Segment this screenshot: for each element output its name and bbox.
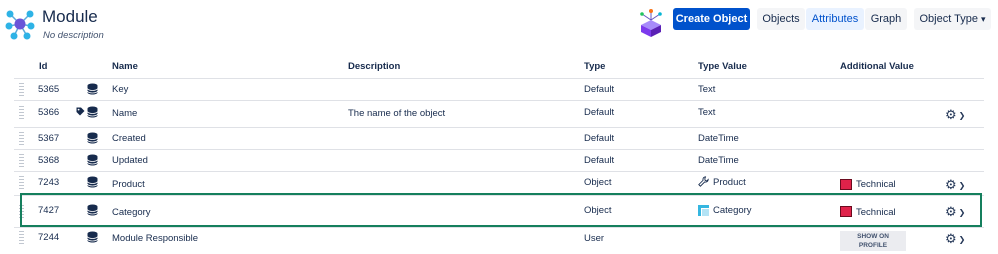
- row-description: The name of the object: [348, 108, 446, 119]
- database-icon: [87, 231, 98, 243]
- row-id: 5365: [38, 84, 60, 95]
- gear-icon: ⚙: [945, 177, 957, 192]
- table-row[interactable]: 5365 Key Default Text: [14, 78, 984, 100]
- show-on-profile-toggle[interactable]: SHOW ON PROFILE: [840, 231, 906, 251]
- table-row[interactable]: 7243 Product Object Product Technical ⚙ ❯: [14, 171, 984, 195]
- row-type: Default: [584, 133, 615, 144]
- tag-icon: [76, 107, 85, 116]
- drag-handle[interactable]: [19, 106, 24, 120]
- row-type: User: [584, 233, 605, 244]
- row-actions-menu[interactable]: ⚙ ❯: [945, 107, 965, 123]
- drag-handle[interactable]: [19, 231, 24, 245]
- objects-tab[interactable]: Objects: [757, 8, 805, 30]
- cube-icon: [640, 9, 662, 37]
- gear-icon: ⚙: [945, 107, 957, 122]
- row-name: Updated: [112, 155, 148, 166]
- database-icon: [87, 176, 98, 188]
- column-header-type-value: Type Value: [698, 61, 747, 72]
- chevron-down-icon: ▾: [980, 14, 986, 24]
- wrench-icon: [698, 176, 709, 187]
- row-type: Default: [584, 84, 615, 95]
- table-row[interactable]: 7244 Module Responsible User SHOW ON PROF…: [14, 227, 984, 254]
- drag-handle[interactable]: [19, 176, 24, 190]
- database-icon: [87, 83, 98, 95]
- row-type: Default: [584, 107, 615, 118]
- row-name: Module Responsible: [112, 233, 199, 244]
- page-subtitle: No description: [43, 30, 104, 41]
- row-type: Default: [584, 155, 615, 166]
- table-row[interactable]: 5367 Created Default DateTime: [14, 127, 984, 149]
- row-type: Object: [584, 177, 612, 188]
- row-name: Product: [112, 179, 145, 190]
- chevron-down-icon: ❯: [958, 181, 966, 190]
- drag-handle[interactable]: [19, 83, 24, 97]
- column-header-name: Name: [112, 61, 138, 72]
- drag-handle[interactable]: [19, 132, 24, 146]
- row-id: 5367: [38, 133, 60, 144]
- column-header-type: Type: [584, 61, 606, 72]
- database-icon: [87, 132, 98, 144]
- row-id: 7243: [38, 177, 60, 188]
- table-row[interactable]: 5366 Name The name of the object Default…: [14, 100, 984, 127]
- show-on-profile-line-1: SHOW ON: [857, 233, 889, 240]
- row-type-value: Text: [698, 107, 716, 118]
- database-icon: [87, 106, 98, 118]
- row-additional-value: Technical: [856, 179, 896, 190]
- page-title: Module: [42, 7, 98, 26]
- object-type-label: Object Type: [919, 13, 978, 25]
- row-name: Key: [112, 84, 129, 95]
- row-type-value: DateTime: [698, 155, 739, 166]
- graph-tab[interactable]: Graph: [865, 8, 907, 30]
- row-actions-menu[interactable]: ⚙ ❯: [945, 177, 965, 193]
- row-type-value: DateTime: [698, 133, 739, 144]
- row-actions-menu[interactable]: ⚙ ❯: [945, 231, 965, 247]
- column-header-id: Id: [39, 61, 48, 72]
- column-header-description: Description: [348, 61, 401, 72]
- network-logo-icon: [5, 10, 35, 40]
- color-swatch: [840, 179, 852, 190]
- row-name: Created: [112, 133, 146, 144]
- chevron-down-icon: ❯: [958, 235, 966, 244]
- row-id: 5368: [38, 155, 60, 166]
- row-id: 7244: [38, 232, 60, 243]
- database-icon: [87, 154, 98, 166]
- create-object-button[interactable]: Create Object: [673, 8, 750, 30]
- row-id: 5366: [38, 107, 60, 118]
- row-type-value: Text: [698, 84, 716, 95]
- show-on-profile-line-2: PROFILE: [858, 242, 888, 249]
- selected-row-highlight: [20, 193, 982, 227]
- object-type-dropdown[interactable]: Object Type ▾: [914, 8, 991, 30]
- row-type-value: Product: [713, 177, 746, 188]
- row-name: Name: [112, 108, 138, 119]
- page-header: Module No description Create Object Obje…: [0, 0, 998, 48]
- table-row[interactable]: 5368 Updated Default DateTime: [14, 149, 984, 171]
- chevron-down-icon: ❯: [958, 111, 966, 120]
- drag-handle[interactable]: [19, 154, 24, 168]
- attributes-tab[interactable]: Attributes: [806, 8, 864, 30]
- gear-icon: ⚙: [945, 231, 957, 246]
- column-header-additional-value: Additional Value: [840, 61, 914, 72]
